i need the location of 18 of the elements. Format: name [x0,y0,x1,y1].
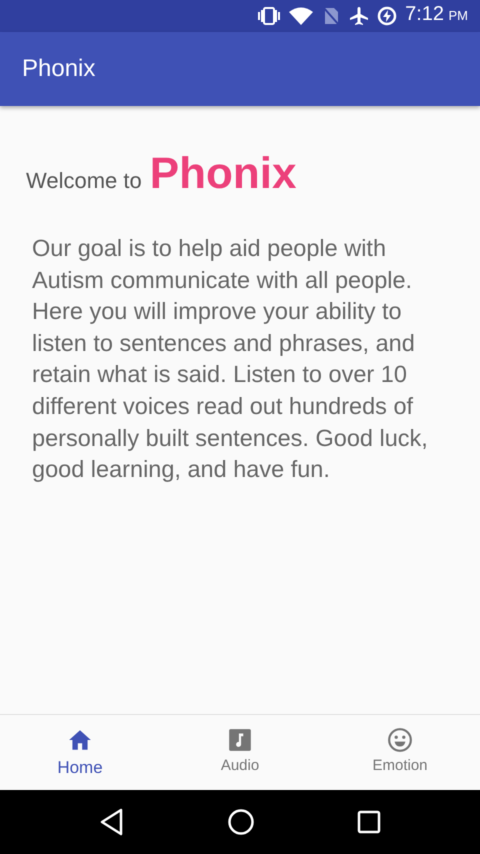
clock-time: 7:12 [405,3,444,25]
welcome-text: Welcome to [26,167,142,195]
recents-icon[interactable] [357,810,381,834]
wifi-icon [289,7,314,25]
description-paragraph: Our goal is to help aid people with Autism communicate with all people. Here you will improve your ability to listen to sentences and phrases, and retain what is said. Listen to over 10 different voices read out hundreds of personally built sentences. Good luck, good learning, and have fun. [32,234,429,484]
nav-tab[interactable]: Home [0,715,160,790]
clock-meridiem: PM [448,8,468,23]
smiley-icon [387,727,413,753]
nav-tab[interactable]: Emotion [320,715,480,790]
music-note-icon [227,727,253,753]
nav-tab[interactable]: Audio [160,715,320,790]
home-icon[interactable] [227,808,255,836]
vibrate-icon [257,7,282,25]
airplane-icon [349,6,370,26]
data-saver-icon [377,6,398,26]
app-title: Phonix [22,54,96,84]
brand-heading: Phonix [150,152,296,196]
back-icon[interactable] [99,808,125,836]
